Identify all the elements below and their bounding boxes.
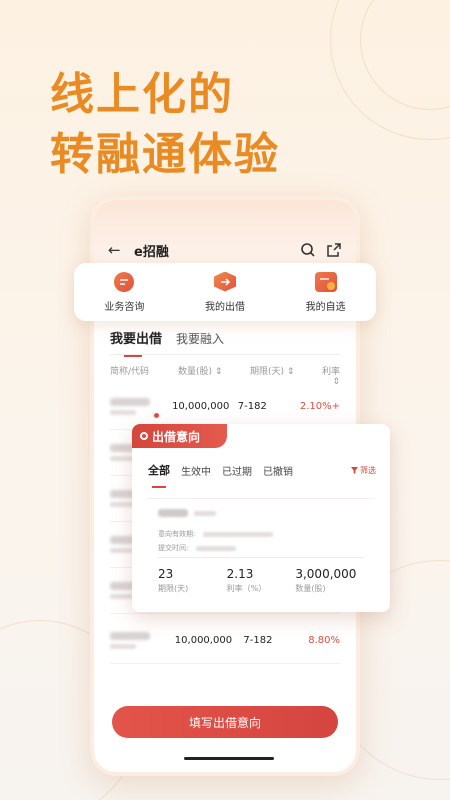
stock-name — [110, 632, 175, 649]
share-icon[interactable] — [326, 242, 342, 258]
row-rate: 2.10%+ — [299, 401, 340, 412]
app-top-bar: ← e招融 — [108, 240, 342, 260]
search-icon[interactable] — [300, 242, 316, 258]
stock-name — [110, 398, 172, 418]
quick-action-favorites[interactable]: 我的自选 — [275, 263, 376, 321]
headline-line1: 线上化的 — [50, 69, 234, 120]
intent-panel-header: 出借意向 — [132, 424, 227, 448]
home-indicator — [184, 757, 274, 760]
stat-quantity: 3,000,000 数量(股) — [295, 567, 364, 594]
filter-label: 筛选 — [360, 465, 376, 475]
stat-term: 23 期限(天) — [158, 567, 227, 594]
stat-label: 利率（%） — [226, 584, 267, 593]
row-quantity: 10,000,000 — [172, 401, 230, 412]
submit-time-label: 提交时间: — [158, 544, 189, 552]
new-dot-icon — [154, 413, 159, 418]
intent-submit-time: 提交时间: — [158, 543, 237, 553]
tab-cancelled[interactable]: 已撤销 — [263, 463, 293, 478]
favorites-icon — [314, 271, 337, 292]
stat-label: 期限(天) — [158, 584, 189, 593]
tab-active[interactable]: 生效中 — [181, 463, 211, 478]
filter-icon — [351, 466, 358, 474]
intent-card[interactable]: 意向有效期: 提交时间: 23 期限(天) 2.13 利率（%） 3,000,0… — [148, 498, 374, 602]
quick-action-label: 我的出借 — [205, 301, 245, 313]
intent-stats: 23 期限(天) 2.13 利率（%） 3,000,000 数量(股) — [158, 567, 364, 594]
stat-value: 23 — [158, 567, 174, 581]
quick-actions-card: 业务咨询 我的出借 我的自选 — [74, 263, 376, 321]
filter-button[interactable]: 筛选 — [351, 465, 376, 476]
lend-borrow-tabs: 我要出借 我要融入 — [110, 328, 238, 357]
headline-line2: 转融通体验 — [50, 129, 280, 180]
row-term: 7-182 — [243, 635, 273, 646]
intent-stock-name — [158, 509, 216, 517]
back-arrow-icon[interactable]: ← — [108, 241, 128, 259]
tab-all[interactable]: 全部 — [148, 462, 170, 488]
lend-icon — [214, 271, 236, 292]
stat-value: 2.13 — [226, 567, 254, 581]
row-rate: 8.80% — [308, 635, 340, 646]
ring-icon — [140, 432, 148, 440]
quick-action-label: 业务咨询 — [104, 301, 145, 313]
divider — [158, 557, 364, 558]
intent-validity: 意向有效期: — [158, 529, 274, 539]
validity-label: 意向有效期: — [158, 530, 196, 538]
submit-intent-button[interactable]: 填写出借意向 — [112, 706, 338, 738]
intent-panel-title: 出借意向 — [152, 429, 201, 444]
stat-value: 3,000,000 — [295, 567, 357, 581]
stat-label: 数量(股) — [295, 584, 326, 593]
row-term: 7-182 — [237, 401, 267, 412]
screen: 线上化的 转融通体验 ← e招融 我要出借 我要融入 简称/代码 数量(股) ⇕… — [0, 0, 450, 800]
table-row[interactable]: 10,000,000 7-182 8.80% — [110, 618, 340, 664]
stat-rate: 2.13 利率（%） — [227, 567, 296, 594]
app-title: e招融 — [134, 244, 169, 260]
tab-expired[interactable]: 已过期 — [222, 463, 252, 478]
quick-action-consult[interactable]: 业务咨询 — [74, 263, 175, 321]
intent-status-tabs: 全部 生效中 已过期 已撤销 筛选 — [148, 462, 376, 488]
intent-panel: 出借意向 全部 生效中 已过期 已撤销 筛选 意向有效期: 提交时间: 23 期… — [132, 424, 390, 612]
row-quantity: 10,000,000 — [174, 635, 233, 646]
quick-action-my-lending[interactable]: 我的出借 — [175, 263, 276, 321]
tab-lend[interactable]: 我要出借 — [110, 328, 162, 357]
quick-action-label: 我的自选 — [305, 301, 346, 313]
divider — [110, 354, 340, 355]
tab-borrow[interactable]: 我要融入 — [176, 330, 224, 347]
chat-icon — [114, 271, 135, 292]
